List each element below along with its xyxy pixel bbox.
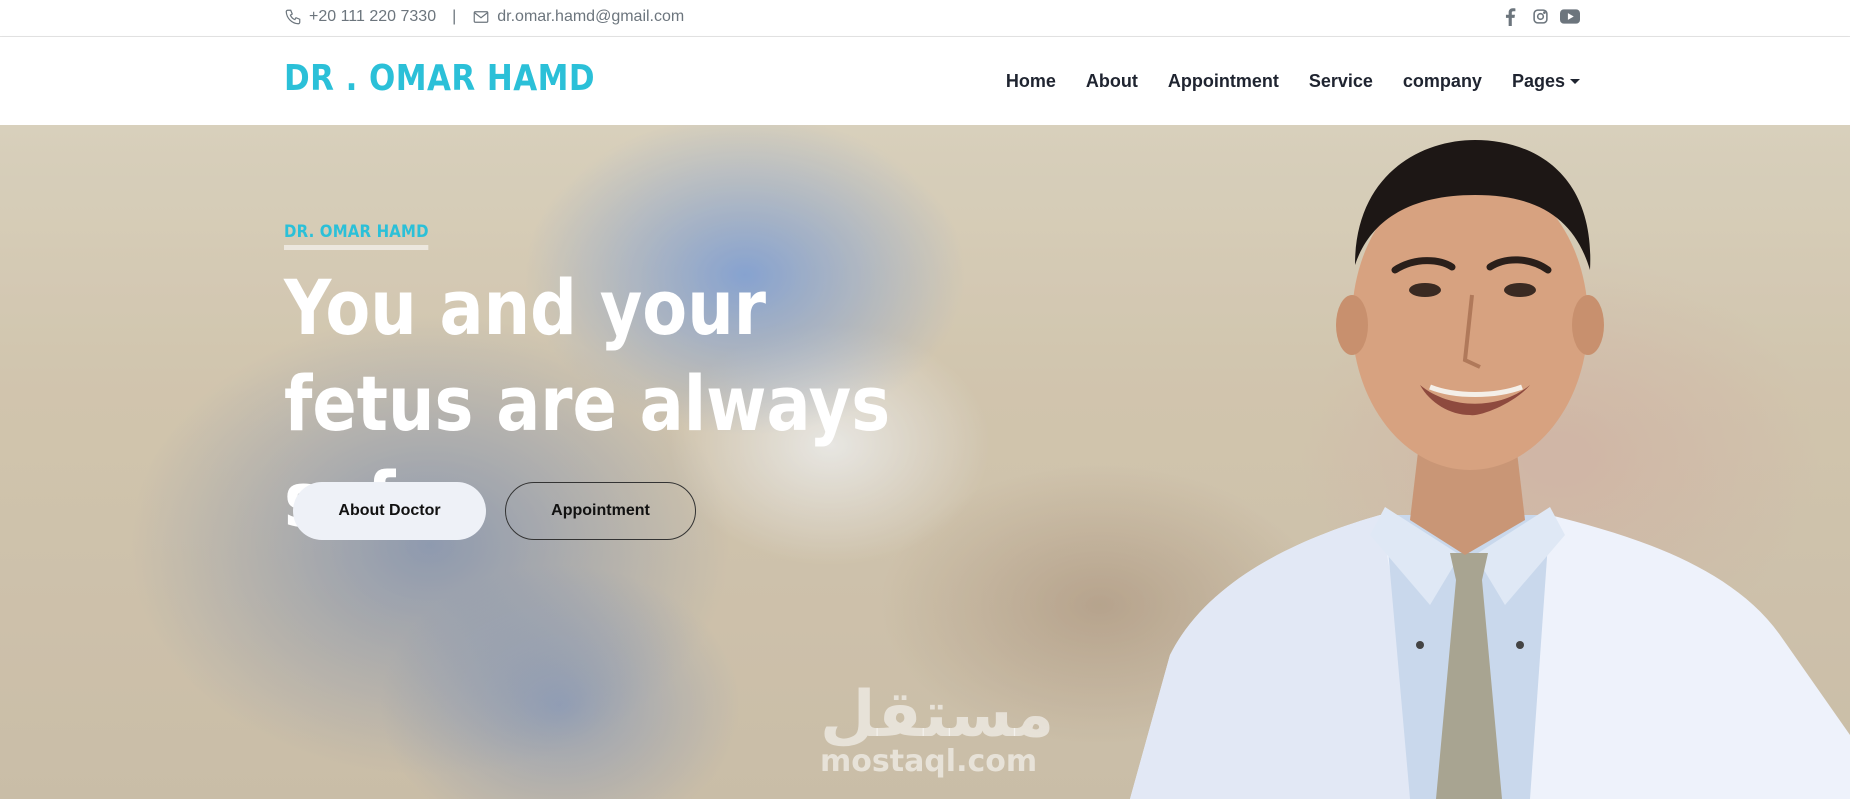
contact-info: +20 111 220 7330 | dr.omar.hamd@gmail.co… bbox=[284, 0, 684, 33]
watermark-latin: mostaql.com bbox=[820, 744, 1038, 779]
appointment-button[interactable]: Appointment bbox=[505, 482, 696, 540]
instagram-icon[interactable] bbox=[1530, 7, 1550, 27]
hero-section: DR. OMAR HAMD You and your fetus are alw… bbox=[0, 125, 1850, 799]
envelope-icon bbox=[472, 8, 490, 26]
facebook-icon[interactable] bbox=[1500, 7, 1520, 27]
top-bar: +20 111 220 7330 | dr.omar.hamd@gmail.co… bbox=[0, 0, 1850, 37]
email-address[interactable]: dr.omar.hamd@gmail.com bbox=[497, 8, 684, 26]
youtube-icon[interactable] bbox=[1560, 7, 1580, 27]
nav-item-about[interactable]: About bbox=[1086, 71, 1138, 92]
nav-item-company[interactable]: company bbox=[1403, 71, 1482, 92]
main-navbar: DR . OMAR HAMD Home About Appointment Se… bbox=[0, 37, 1850, 125]
watermark: مستقل mostaql.com bbox=[820, 678, 1055, 779]
nav-item-service[interactable]: Service bbox=[1309, 71, 1373, 92]
watermark-arabic: مستقل bbox=[820, 678, 1055, 752]
caret-down-icon bbox=[1570, 78, 1580, 84]
nav-item-pages[interactable]: Pages bbox=[1512, 71, 1580, 92]
nav-item-pages-label: Pages bbox=[1511, 70, 1565, 91]
about-doctor-button[interactable]: About Doctor bbox=[293, 482, 486, 540]
site-logo[interactable]: DR . OMAR HAMD bbox=[284, 58, 595, 99]
hero-eyebrow: DR. OMAR HAMD bbox=[284, 222, 429, 250]
phone-icon bbox=[284, 8, 302, 26]
nav-item-appointment[interactable]: Appointment bbox=[1168, 71, 1279, 92]
doctor-portrait bbox=[1130, 140, 1850, 799]
social-links bbox=[1500, 0, 1580, 33]
contact-separator: | bbox=[452, 7, 457, 25]
nav-item-home[interactable]: Home bbox=[1006, 71, 1056, 92]
nav-menu: Home About Appointment Service company P… bbox=[976, 37, 1580, 125]
phone-number[interactable]: +20 111 220 7330 bbox=[309, 8, 436, 26]
